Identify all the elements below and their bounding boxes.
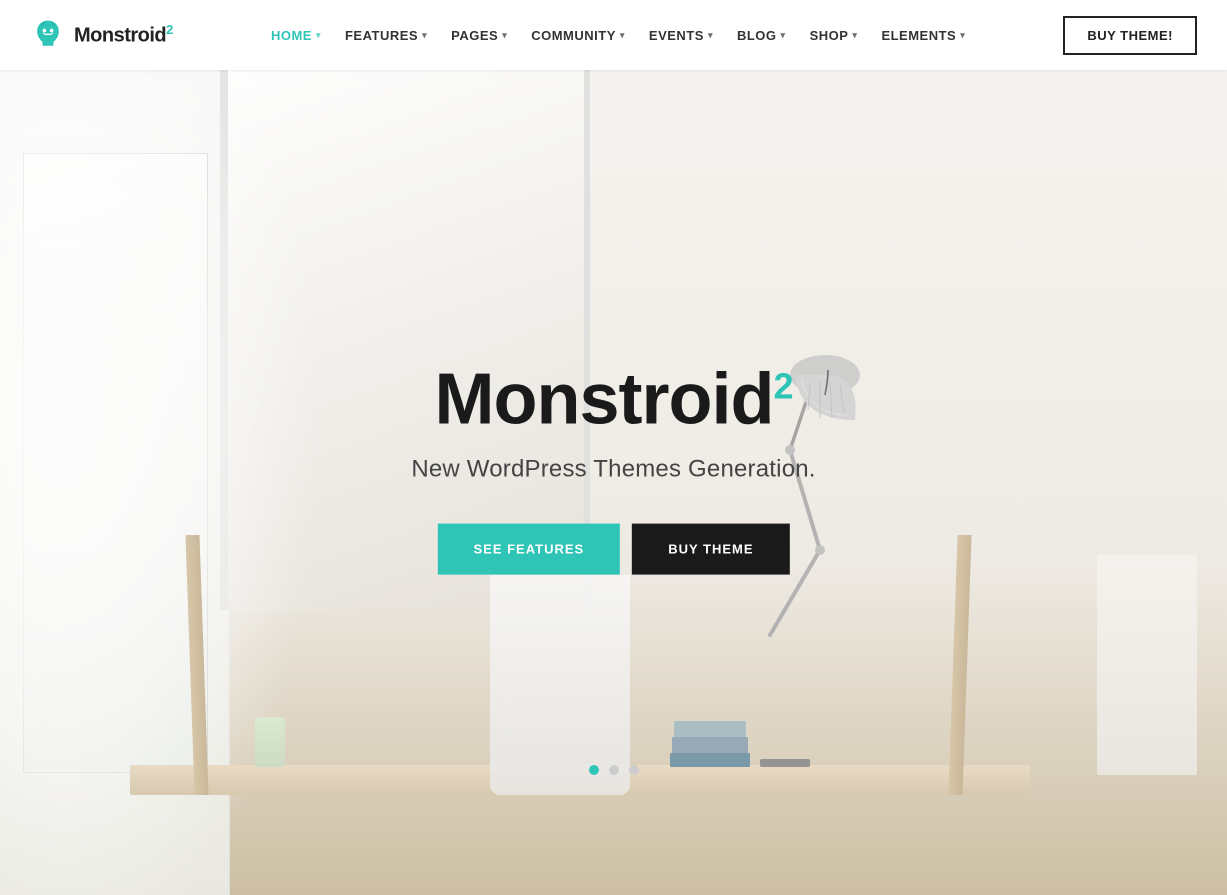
nav-item-elements[interactable]: ELEMENTS ▾ [871,0,975,70]
buy-theme-button[interactable]: BUY THEME [632,523,789,574]
slider-dot-3[interactable] [629,765,639,775]
nav-item-events[interactable]: EVENTS ▾ [639,0,723,70]
chevron-down-icon: ▾ [708,30,713,41]
nav-item-home[interactable]: HOME ▾ [261,0,331,70]
slider-dot-2[interactable] [609,765,619,775]
header-buy-button[interactable]: BUY THEME! [1063,16,1197,55]
slider-dot-1[interactable] [589,765,599,775]
hero-pencil-holder [255,717,285,767]
nav-item-community[interactable]: COMMUNITY ▾ [521,0,635,70]
hero-buttons: SEE FEATURES BUY THEME [411,523,815,574]
hero-subtitle: New WordPress Themes Generation. [411,455,815,483]
nav-item-pages[interactable]: PAGES ▾ [441,0,517,70]
chevron-down-icon: ▾ [620,30,625,41]
chevron-down-icon: ▾ [316,30,321,41]
hero-right-box [1097,555,1197,775]
logo[interactable]: Monstroid2 [30,17,173,53]
logo-text: Monstroid2 [74,22,173,48]
logo-icon [30,17,66,53]
nav-item-shop[interactable]: SHOP ▾ [800,0,868,70]
chevron-down-icon: ▾ [781,30,786,41]
chevron-down-icon: ▾ [502,30,507,41]
hero-content: Monstroid2 New WordPress Themes Generati… [411,363,815,574]
chevron-down-icon: ▾ [422,30,427,41]
chevron-down-icon: ▾ [960,30,965,41]
hero-section: Monstroid2 New WordPress Themes Generati… [0,0,1227,895]
header: Monstroid2 HOME ▾ FEATURES ▾ PAGES ▾ COM… [0,0,1227,70]
see-features-button[interactable]: SEE FEATURES [437,523,620,574]
hero-title: Monstroid2 [411,363,815,435]
slider-dots [589,765,639,775]
main-nav: HOME ▾ FEATURES ▾ PAGES ▾ COMMUNITY ▾ EV… [261,0,975,70]
nav-item-features[interactable]: FEATURES ▾ [335,0,437,70]
chevron-down-icon: ▾ [852,30,857,41]
nav-item-blog[interactable]: BLOG ▾ [727,0,796,70]
